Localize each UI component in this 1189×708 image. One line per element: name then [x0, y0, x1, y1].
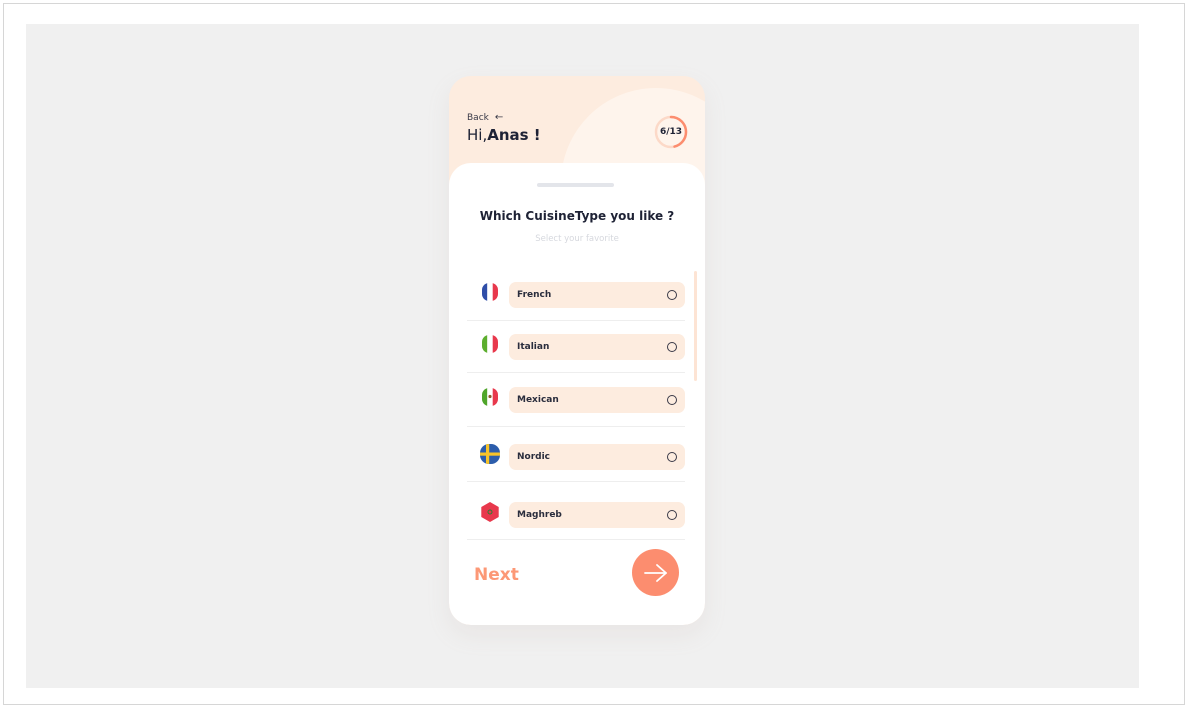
cuisine-option-mexican[interactable]: Mexican: [509, 387, 685, 413]
sweden-flag-icon: [480, 444, 500, 464]
back-button[interactable]: Back ←: [467, 112, 503, 123]
cuisine-label: French: [517, 290, 552, 300]
arrow-right-icon: [643, 563, 667, 582]
radio-button[interactable]: [667, 342, 677, 352]
back-label: Back: [467, 112, 489, 123]
cuisine-item-italian: Italian: [467, 321, 685, 373]
radio-button[interactable]: [667, 395, 677, 405]
list-scrollbar[interactable]: [694, 271, 697, 381]
progress-text: 6/13: [659, 127, 683, 137]
cuisine-label: Maghreb: [517, 510, 562, 520]
radio-button[interactable]: [667, 290, 677, 300]
cuisine-item-french: French: [467, 269, 685, 321]
cuisine-label: Nordic: [517, 452, 551, 462]
sheet-handle[interactable]: [537, 183, 614, 187]
italy-flag-icon: [480, 334, 500, 354]
cuisine-option-italian[interactable]: Italian: [509, 334, 685, 360]
cuisine-option-nordic[interactable]: Nordic: [509, 444, 685, 470]
cuisine-item-nordic: Nordic: [467, 427, 685, 482]
cuisine-option-french[interactable]: French: [509, 282, 685, 308]
cuisine-item-maghreb: Maghreb: [467, 482, 685, 540]
mexico-flag-icon: [480, 387, 500, 407]
next-link[interactable]: Next: [474, 565, 519, 585]
arrow-left-icon: ←: [494, 112, 504, 123]
cuisine-list: French Italian Mexican Nordic Maghreb: [467, 269, 685, 540]
bottom-sheet: Which CuisineType you like ? Select your…: [449, 163, 705, 625]
cuisine-item-mexican: Mexican: [467, 373, 685, 427]
cuisine-label: Italian: [517, 342, 550, 352]
france-flag-icon: [480, 282, 500, 302]
greeting-prefix: Hi,: [467, 126, 488, 144]
question-subtitle: Select your favorite: [535, 234, 619, 244]
greeting: Hi,Anas !: [467, 126, 541, 144]
progress-indicator: 6/13: [654, 115, 688, 149]
radio-button[interactable]: [667, 452, 677, 462]
morocco-flag-icon: [480, 502, 500, 522]
question-title: Which CuisineType you like ?: [479, 209, 675, 223]
radio-button[interactable]: [667, 510, 677, 520]
cuisine-option-maghreb[interactable]: Maghreb: [509, 502, 685, 528]
cuisine-label: Mexican: [517, 395, 559, 405]
phone-screen: Back ← Hi,Anas ! 6/13 Which CuisineType …: [449, 76, 705, 625]
user-name: Anas !: [487, 126, 541, 144]
next-button[interactable]: [632, 549, 679, 596]
